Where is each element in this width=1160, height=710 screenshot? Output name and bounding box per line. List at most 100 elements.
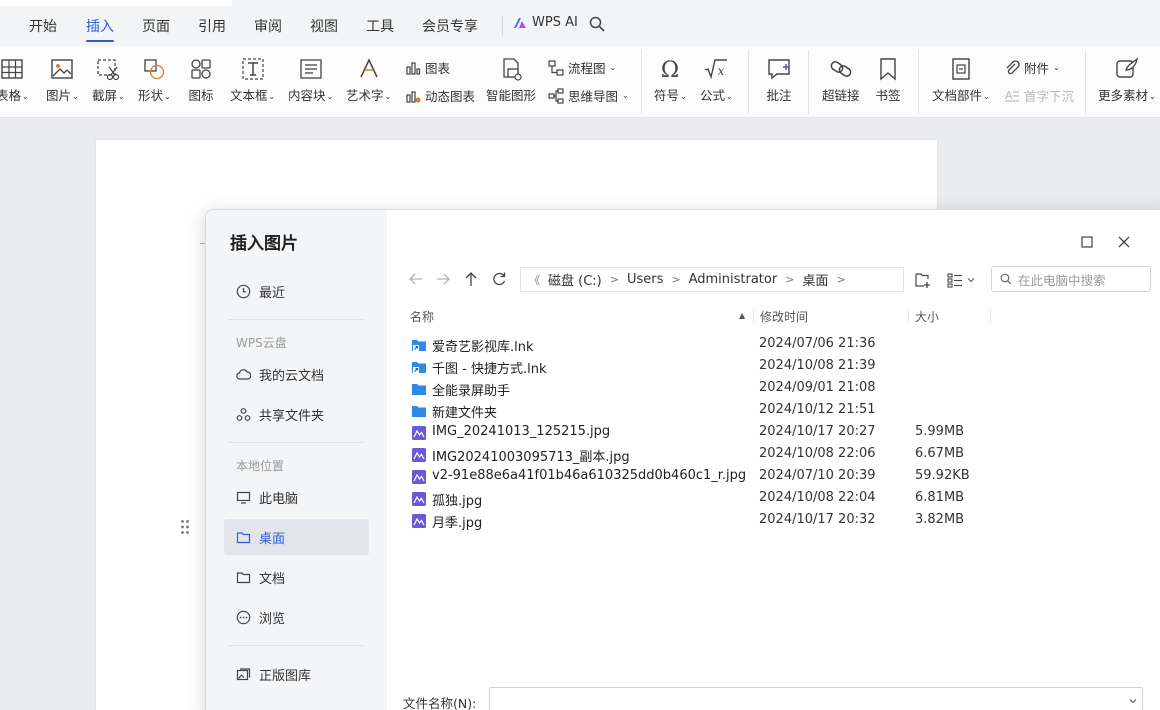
nav-this-pc[interactable]: 此电脑 [224,479,369,515]
ribbon-separator [918,50,919,114]
file-row[interactable]: IMG20241003095713_副本.jpg 2024/10/08 22:0… [406,444,966,466]
shape-button[interactable]: 形状⌄ [138,56,171,104]
file-date: 2024/10/08 22:06 [759,446,876,461]
chevron-right-icon: > [785,273,795,286]
image-file-icon [412,470,426,484]
hyperlink-label: 超链接 [822,88,860,103]
nav-browse[interactable]: 浏览 [224,599,369,635]
attachment-button[interactable]: 附件 ⌄ [1004,58,1060,77]
chevron-down-icon[interactable] [1128,696,1138,706]
dropcap-button[interactable]: A 首字下沉 [1004,86,1074,105]
link-icon [830,61,852,77]
screenshot-button[interactable]: 截屏⌄ [92,56,125,104]
breadcrumb-item[interactable]: Users [627,272,663,287]
dynamic-chart-button[interactable]: 动态图表 [405,86,475,105]
tab-separator [502,16,503,36]
dropcap-label: 首字下沉 [1024,89,1075,104]
wps-ai-button[interactable]: WPS AI [513,15,578,30]
refresh-icon[interactable] [490,270,508,288]
doc-parts-label: 文档部件 [932,88,983,103]
breadcrumb-item[interactable]: 磁盘 (C:) [548,270,602,289]
filename-label: 文件名称(N): [403,696,477,710]
formula-button[interactable]: x 公式⌄ [700,56,733,104]
chevron-right-icon[interactable]: > [836,273,845,286]
tab-member[interactable]: 会员专享 [422,16,478,36]
ribbon-separator [808,50,809,114]
close-icon[interactable] [1117,235,1131,249]
nav-shared-folders[interactable]: 共享文件夹 [224,396,369,432]
tab-references[interactable]: 引用 [198,16,226,36]
breadcrumb-overflow-icon[interactable]: 《 [529,272,540,288]
content-block-icon [299,59,322,79]
forward-arrow-icon[interactable] [434,270,452,288]
breadcrumb-item[interactable]: Administrator [689,272,778,287]
mindmap-label: 思维导图 [568,89,619,104]
drag-handle-icon[interactable] [180,519,190,535]
search-input[interactable]: 在此电脑中搜索 [991,266,1151,292]
wordart-button[interactable]: 艺术字⌄ [346,56,391,104]
breadcrumb-item[interactable]: 桌面 [802,270,828,289]
filename-input[interactable] [489,687,1143,710]
file-row[interactable]: 爱奇艺影视库.lnk 2024/07/06 21:36 [406,334,966,356]
column-header-size[interactable]: 大小 [915,308,939,325]
hyperlink-button[interactable]: 超链接 [822,56,860,104]
file-row[interactable]: IMG_20241013_125215.jpg 2024/10/17 20:27… [406,422,966,444]
tab-view[interactable]: 视图 [310,16,338,36]
cloud-icon [236,368,251,380]
more-materials-button[interactable]: 更多素材⌄ [1098,56,1156,104]
file-date: 2024/10/17 20:27 [759,424,876,439]
symbol-label: 符号 [654,88,680,103]
nav-stock-library[interactable]: 正版图库 [224,656,369,692]
flowchart-button[interactable]: 流程图 ⌄ [548,58,616,77]
nav-recent[interactable]: 最近 [224,273,369,309]
file-row[interactable]: v2-91e88e6a41f01b46a610325dd0b460c1_r.jp… [406,466,970,488]
comment-button[interactable]: 批注 [766,56,792,104]
doc-parts-button[interactable]: 文档部件⌄ [932,56,990,104]
tab-tools[interactable]: 工具 [366,16,394,36]
nav-documents-label: 文档 [259,571,286,587]
content-block-button[interactable]: 内容块⌄ [288,56,333,104]
mindmap-icon [548,87,564,104]
table-button[interactable]: 表格⌄ [0,56,29,104]
file-row[interactable]: 新建文件夹 2024/10/12 21:51 [406,400,966,422]
screenshot-label: 截屏 [92,88,118,103]
file-row[interactable]: 孤独.jpg 2024/10/08 22:04 6.81MB [406,488,966,510]
file-row[interactable]: 全能录屏助手 2024/09/01 21:08 [406,378,966,400]
image-file-icon [412,426,426,440]
nav-desktop[interactable]: 桌面 [224,519,369,555]
mindmap-button[interactable]: 思维导图 ⌄ [548,86,629,105]
tab-page[interactable]: 页面 [142,16,170,36]
column-header-name[interactable]: 名称 [410,308,434,325]
tab-start[interactable]: 开始 [29,16,57,36]
breadcrumb[interactable]: 《 磁盘 (C:) > Users > Administrator > 桌面 > [520,267,904,292]
wps-ai-label: WPS AI [532,15,578,30]
up-arrow-icon[interactable] [462,270,480,288]
file-date: 2024/10/17 20:32 [759,512,876,527]
view-mode-toggle[interactable] [947,271,979,289]
file-row[interactable]: 月季.jpg 2024/10/17 20:32 3.82MB [406,510,966,532]
back-arrow-icon[interactable] [407,270,425,288]
file-row[interactable]: 千图 - 快捷方式.lnk 2024/10/08 21:39 [406,356,966,378]
smart-shape-button[interactable]: 智能图形 [486,56,536,104]
tab-insert[interactable]: 插入 [86,16,114,42]
icon-button[interactable]: 图标 [188,56,214,104]
tab-review[interactable]: 审阅 [254,16,282,36]
search-icon[interactable] [589,16,605,32]
file-size: 3.82MB [915,512,965,527]
symbol-button[interactable]: Ω 符号⌄ [654,56,687,104]
textbox-button[interactable]: 文本框⌄ [230,56,275,104]
column-header-modified[interactable]: 修改时间 [760,308,808,325]
new-folder-icon[interactable] [914,271,932,289]
picture-icon [51,59,74,79]
column-divider[interactable] [753,308,754,324]
maximize-icon[interactable] [1080,235,1094,249]
wordart-label: 艺术字 [346,88,384,103]
paperclip-icon [1006,59,1020,74]
picture-button[interactable]: 图片⌄ [46,56,79,104]
nav-documents[interactable]: 文档 [224,559,369,595]
column-divider[interactable] [990,308,991,324]
bookmark-button[interactable]: 书签 [875,56,901,104]
nav-my-cloud-docs[interactable]: 我的云文档 [224,356,369,392]
chart-button[interactable]: 图表 [405,58,450,77]
column-divider[interactable] [908,308,909,324]
